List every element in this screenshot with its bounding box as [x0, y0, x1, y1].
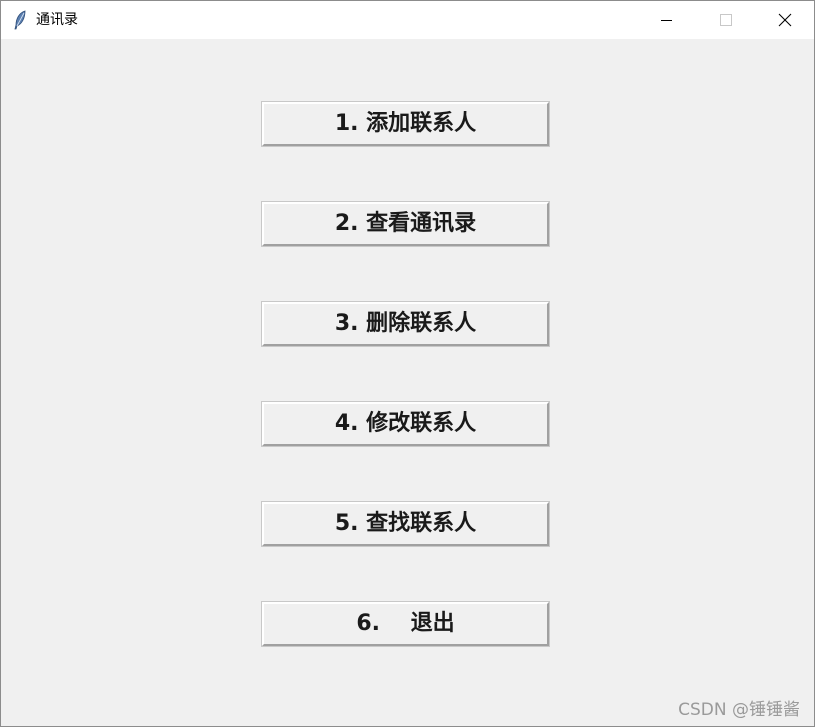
add-contact-button[interactable]: 1. 添加联系人: [261, 101, 550, 147]
watermark-text: CSDN @锤锤酱: [678, 700, 800, 720]
exit-button[interactable]: 6. 退出: [261, 601, 550, 647]
minimize-button[interactable]: [638, 1, 696, 39]
maximize-button[interactable]: [697, 1, 755, 39]
close-button[interactable]: [756, 1, 814, 39]
app-window: 通讯录 1. 添加联系人 2. 查看通讯录 3. 删除联系人 4. 修改联系人 …: [0, 0, 815, 727]
minimize-icon: [661, 20, 672, 21]
delete-contact-button[interactable]: 3. 删除联系人: [261, 301, 550, 347]
title-bar[interactable]: 通讯录: [1, 1, 814, 39]
find-contact-button[interactable]: 5. 查找联系人: [261, 501, 550, 547]
view-contacts-button[interactable]: 2. 查看通讯录: [261, 201, 550, 247]
main-content: 1. 添加联系人 2. 查看通讯录 3. 删除联系人 4. 修改联系人 5. 查…: [1, 39, 814, 726]
close-icon: [778, 13, 792, 27]
maximize-icon: [720, 14, 732, 26]
window-title: 通讯录: [36, 12, 78, 28]
edit-contact-button[interactable]: 4. 修改联系人: [261, 401, 550, 447]
feather-icon: [13, 10, 27, 30]
